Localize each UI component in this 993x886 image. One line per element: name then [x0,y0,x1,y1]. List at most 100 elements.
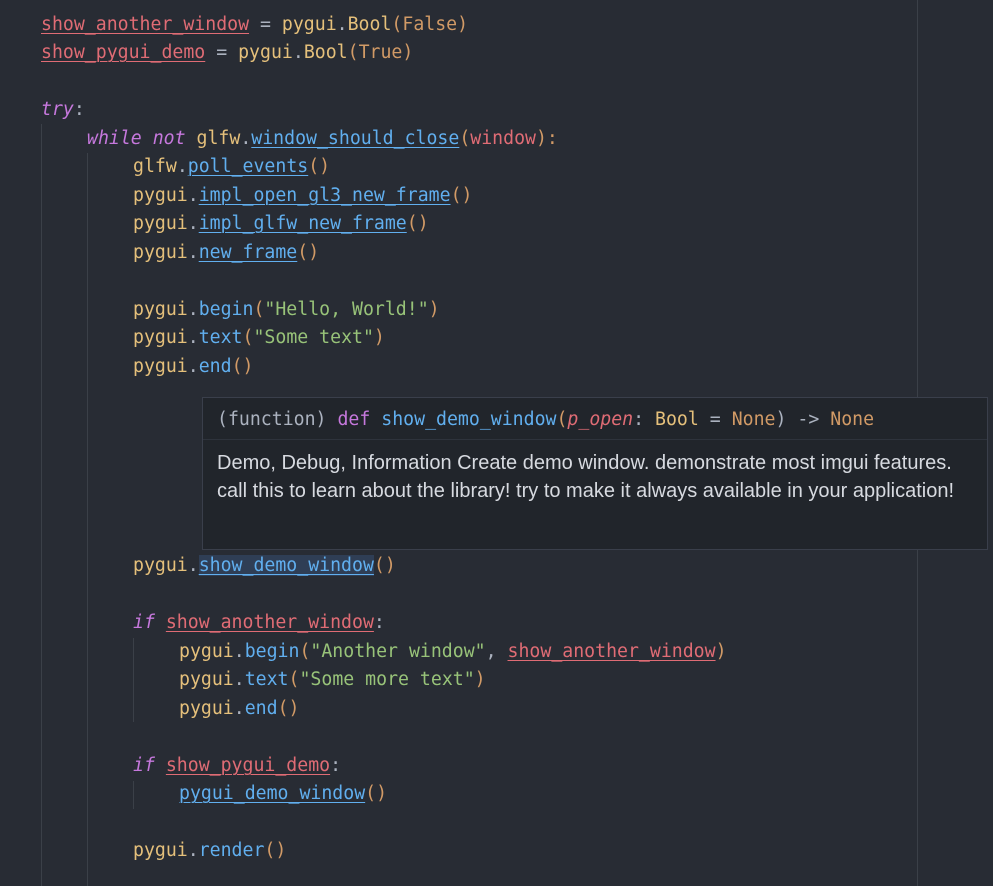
code-token: pygui [133,299,188,320]
code-token: end [198,356,232,377]
code-token: pygui [133,242,188,263]
code-token: "Some text" [253,327,374,348]
signature-token [370,409,381,430]
code-token: pygui [179,641,234,662]
signature-token: Bool [655,409,699,430]
indent-guide [133,781,134,809]
code-token: . [233,669,245,690]
code-token: if [133,612,155,633]
signature-token: show_demo_window [381,409,557,430]
code-token: begin [198,299,254,320]
code-token: new_frame [198,242,298,263]
code-line: pygui.begin("Another window", show_anoth… [179,638,727,666]
code-token: pygui [133,213,188,234]
code-token: "Another window" [310,641,486,662]
code-token: pygui [179,669,234,690]
code-token: , [485,641,508,662]
code-token: . [187,356,199,377]
code-token: () [297,242,320,263]
code-token: show_another_window [41,14,250,35]
signature-token: (function) [217,409,338,430]
code-token: ( [253,299,265,320]
code-token: : [73,99,85,120]
code-token: show_pygui_demo [41,42,206,63]
code-token: () [264,840,287,861]
signature-token: None [731,409,776,430]
code-token: glfw [133,156,177,177]
code-token: () [450,185,473,206]
code-token: show_another_window [507,641,716,662]
code-token: () [231,356,254,377]
indent-guide [133,638,134,722]
code-token: while [87,128,142,149]
code-token: show_pygui_demo [165,755,331,776]
signature-token: = [698,409,732,430]
code-line: show_pygui_demo = pygui.Bool(True) [41,39,413,67]
indent-guide [41,124,42,886]
code-token: text [244,669,289,690]
code-token: . [187,327,199,348]
code-editor[interactable]: show_another_window = pygui.Bool(False) … [0,0,993,886]
code-token: try [41,99,74,120]
code-token: . [187,555,199,576]
code-line: pygui.impl_glfw_new_frame() [133,210,429,238]
code-token: ( [288,669,300,690]
code-line: try: [41,96,85,124]
code-token: () [308,156,331,177]
code-token: ( [391,14,403,35]
code-token: render [198,840,265,861]
code-token: "Some more text" [299,669,475,690]
hover-documentation: Demo, Debug, Information Create demo win… [217,452,955,502]
code-line: pygui.show_demo_window() [133,552,396,580]
code-token: ( [459,128,471,149]
code-line: pygui.end() [133,353,253,381]
code-token: . [292,42,304,63]
code-line: show_another_window = pygui.Bool(False) [41,11,468,39]
code-token: True [358,42,403,63]
code-token: ) [474,669,486,690]
code-line: pygui.impl_open_gl3_new_frame() [133,182,472,210]
code-token: end [244,698,278,719]
code-token: not [152,128,186,149]
signature-token: : [633,409,656,430]
code-token: ): [535,128,558,149]
hovered-symbol[interactable]: show_demo_window [198,555,374,576]
code-token: pygui [281,14,337,35]
code-line: while not glfw.window_should_close(windo… [87,125,558,153]
code-token: . [233,641,245,662]
hover-divider [203,439,987,440]
code-token: window_should_close [251,128,460,149]
code-token: pygui [133,840,188,861]
code-token: = [249,14,282,35]
code-token: poll_events [187,156,309,177]
code-line: pygui.render() [133,837,286,865]
code-token: Bool [303,42,348,63]
code-token: : [373,612,385,633]
code-token: ( [299,641,311,662]
code-line: pygui_demo_window() [179,780,387,808]
code-token: () [373,555,396,576]
code-token: False [402,14,458,35]
code-token: . [176,156,188,177]
code-token: pygui_demo_window [179,783,366,804]
code-token: Bool [347,14,392,35]
code-token: pygui [133,356,188,377]
code-line: if show_pygui_demo: [133,752,341,780]
code-token: = [205,42,239,63]
code-token: . [240,128,252,149]
signature-token: None [830,409,875,430]
code-token: . [187,185,199,206]
code-token: show_another_window [165,612,374,633]
signature-token: p_open [567,409,634,430]
signature-token: ) -> [775,409,831,430]
indent-guide [87,153,88,886]
code-line: pygui.text("Some text") [133,324,385,352]
code-token: glfw [196,128,241,149]
code-line: pygui.text("Some more text") [179,666,486,694]
code-token: impl_open_gl3_new_frame [198,185,451,206]
code-token: pygui [133,185,188,206]
code-token: if [133,755,155,776]
